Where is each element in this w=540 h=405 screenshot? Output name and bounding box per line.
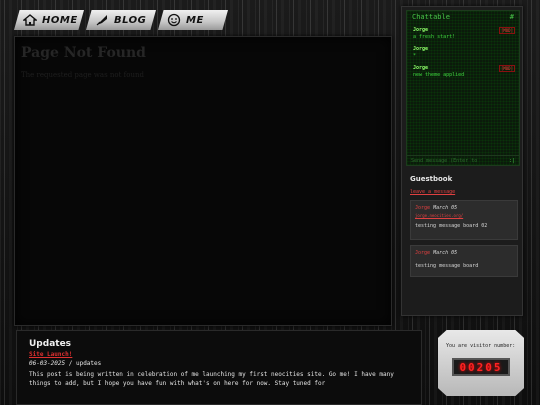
chat-send-button[interactable]: :| bbox=[509, 158, 515, 164]
main-content-panel: Page Not Found The requested page was no… bbox=[14, 36, 392, 326]
nav-blog-button[interactable]: BLOG bbox=[86, 10, 156, 30]
guestbook-entry: Jorge March 05 jorge.neocities.org/ testi… bbox=[410, 200, 518, 240]
post-title-link[interactable]: Site Launch! bbox=[29, 351, 409, 358]
visitor-counter-label: You are visitor number: bbox=[446, 343, 516, 349]
chat-header: Chattable # bbox=[407, 11, 519, 23]
page-subtitle: The requested page was not found bbox=[21, 71, 144, 79]
guestbook-entry-website-link[interactable]: jorge.neocities.org/ bbox=[415, 213, 513, 218]
nav-home-button[interactable]: HOME bbox=[14, 10, 84, 30]
chat-input-row: :| bbox=[407, 155, 519, 165]
main-nav: HOME BLOG ME bbox=[14, 10, 230, 30]
guestbook-title: Guestbook bbox=[410, 175, 453, 183]
post-category: updates bbox=[75, 360, 102, 367]
chat-message-text: * bbox=[413, 53, 417, 59]
post-meta-separator: / bbox=[65, 360, 76, 367]
guestbook-entry-name: Jorge bbox=[415, 250, 431, 256]
nav-me-button[interactable]: ME bbox=[158, 10, 228, 30]
leave-message-link[interactable]: leave a message bbox=[410, 189, 455, 195]
mod-badge: [MOD] bbox=[498, 65, 515, 72]
chat-username: Jorge bbox=[413, 46, 429, 52]
guestbook-entry-text: testing message board bbox=[415, 263, 479, 269]
visitor-counter-display: 00205 bbox=[452, 358, 510, 376]
updates-panel: Updates Site Launch! 06-03-2025 / update… bbox=[16, 330, 422, 405]
post-body: This post is being written in celebratio… bbox=[29, 371, 394, 387]
face-icon bbox=[167, 13, 181, 27]
chat-message: Jorge a fresh start! [MOD] bbox=[407, 25, 519, 42]
guestbook-entry: Jorge March 05 testing message board bbox=[410, 245, 518, 277]
guestbook-entry-date: March 05 bbox=[433, 250, 458, 256]
chat-message-text: a fresh start! bbox=[413, 34, 456, 40]
nav-me-label: ME bbox=[186, 14, 204, 26]
chat-title: Chattable bbox=[412, 13, 450, 21]
guestbook-entry-date: March 05 bbox=[433, 205, 458, 211]
post-date: 06-03-2025 bbox=[29, 360, 66, 367]
visitor-count: 00205 bbox=[459, 360, 503, 374]
chat-message-text: new theme applied bbox=[413, 72, 465, 78]
visitor-counter: You are visitor number: 00205 bbox=[438, 330, 524, 396]
chat-widget: Chattable # Jorge a fresh start! [MOD] J… bbox=[406, 10, 520, 166]
post-meta: 06-03-2025 / updates bbox=[29, 360, 409, 367]
nav-blog-label: BLOG bbox=[114, 14, 147, 26]
mod-badge: [MOD] bbox=[498, 27, 515, 34]
page-title: Page Not Found bbox=[21, 45, 146, 61]
updates-title: Updates bbox=[29, 339, 72, 349]
quill-icon bbox=[95, 13, 109, 27]
chat-message: Jorge * bbox=[407, 44, 519, 61]
guestbook-entry-name: Jorge bbox=[415, 205, 431, 211]
nav-home-label: HOME bbox=[42, 14, 78, 26]
sidebar: Chattable # Jorge a fresh start! [MOD] J… bbox=[401, 6, 523, 316]
chat-message: Jorge new theme applied [MOD] bbox=[407, 63, 519, 80]
chat-message-input[interactable] bbox=[411, 157, 499, 164]
house-icon bbox=[23, 13, 37, 27]
chat-hash-button[interactable]: # bbox=[510, 13, 514, 21]
guestbook-entry-text: testing message board 02 bbox=[415, 223, 488, 229]
